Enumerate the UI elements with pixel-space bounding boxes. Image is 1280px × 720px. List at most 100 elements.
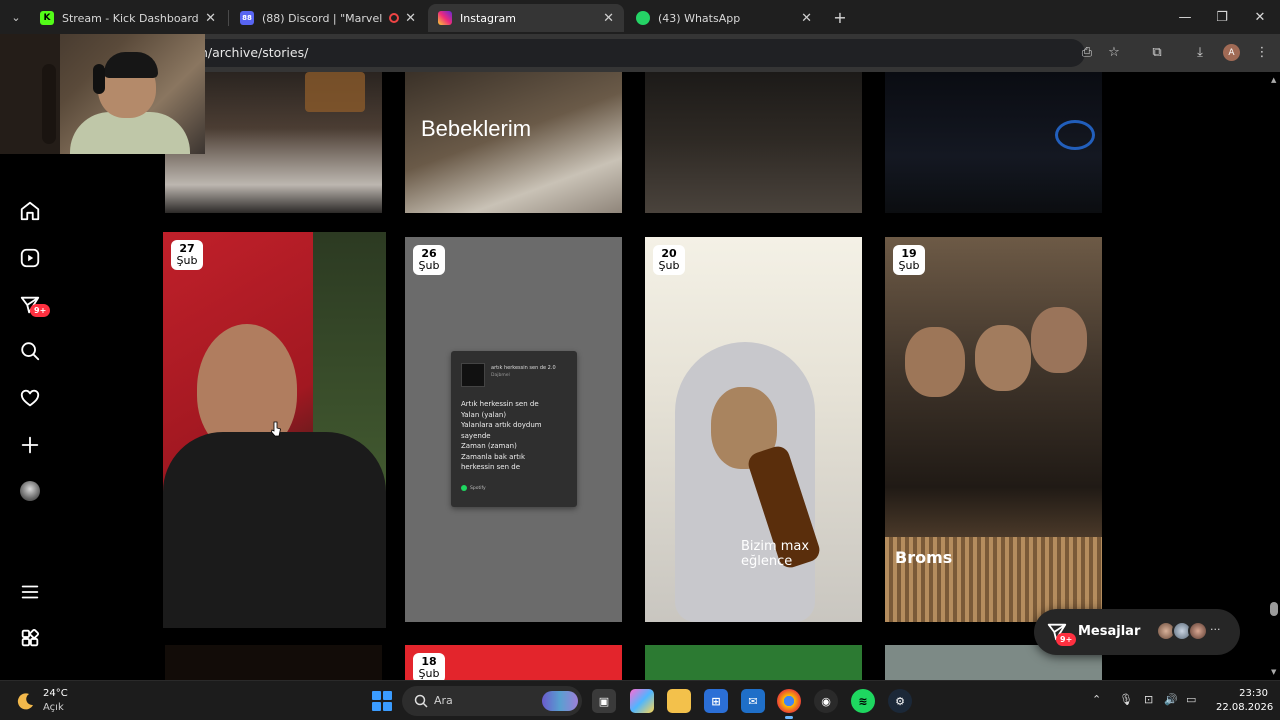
story-thumbnail[interactable]: 20 Şub Bizim max eğlence: [645, 237, 862, 622]
microphone-icon[interactable]: 🎙: [1119, 693, 1133, 706]
story-thumbnail[interactable]: [645, 72, 862, 213]
instagram-sidebar: 9+: [0, 154, 60, 680]
page-scrollbar[interactable]: ▲ ▼: [1268, 72, 1280, 680]
recording-icon: [389, 13, 400, 23]
avatar: [1188, 621, 1208, 641]
messages-badge: 9+: [1056, 633, 1077, 646]
spotify-icon: [461, 485, 467, 491]
apps-icon: [21, 628, 40, 647]
browser-tab-strip: ⌄ K Stream - Kick Dashboard ✕ 88 (88) Di…: [0, 0, 1280, 34]
close-window-button[interactable]: ✕: [1249, 6, 1271, 28]
spotify-icon[interactable]: ≋: [851, 689, 875, 713]
heart-icon: [20, 389, 40, 407]
story-thumbnail[interactable]: [885, 72, 1102, 213]
mouse-cursor-icon: [271, 421, 281, 437]
weather-description[interactable]: Açık: [43, 702, 64, 713]
sidebar-item-notifications[interactable]: [18, 386, 42, 410]
moon-icon[interactable]: [16, 691, 36, 711]
scroll-up-icon: ▲: [1271, 76, 1277, 84]
more-icon: ···: [1210, 623, 1221, 636]
messages-label: Mesajlar: [1078, 624, 1141, 639]
story-thumbnail[interactable]: Bebeklerim: [405, 72, 622, 213]
address-bar-url[interactable]: n/archive/stories/: [200, 45, 308, 60]
scroll-thumb[interactable]: [1270, 602, 1278, 616]
webcam-overlay: [0, 34, 205, 154]
search-highlight-icon: [542, 691, 578, 711]
story-date-badge: 26 Şub: [413, 245, 445, 275]
tab-separator: [228, 10, 229, 26]
story-thumbnail[interactable]: 18 Şub: [405, 645, 622, 680]
menu-icon: [21, 585, 39, 599]
task-view-icon[interactable]: ▣: [592, 689, 616, 713]
sidebar-item-also-from-meta[interactable]: [18, 626, 42, 650]
battery-icon[interactable]: ▭: [1186, 693, 1196, 706]
instagram-page: Bebeklerim 27 Şub 26 Şub artık herkessin…: [0, 72, 1280, 680]
messages-badge: 9+: [30, 304, 51, 317]
extensions-icon[interactable]: ⧉: [1147, 42, 1167, 62]
song-lyrics: Artık herkessin sen de Yalan (yalan) Yal…: [461, 400, 542, 471]
steam-icon[interactable]: ⚙: [888, 689, 912, 713]
tray-overflow-icon[interactable]: ⌃: [1092, 693, 1101, 706]
microsoft-store-icon[interactable]: ⊞: [704, 689, 728, 713]
close-tab-icon[interactable]: ✕: [405, 11, 416, 26]
copilot-icon[interactable]: [630, 689, 654, 713]
tab-instagram[interactable]: Instagram ✕: [428, 4, 624, 32]
instagram-icon: [438, 11, 452, 25]
story-date-badge: 20 Şub: [653, 245, 685, 275]
minimize-button[interactable]: —: [1174, 6, 1196, 28]
spotify-logo: Spotify: [461, 485, 486, 491]
volume-icon[interactable]: 🔊: [1164, 693, 1178, 706]
story-thumbnail[interactable]: [645, 645, 862, 680]
obs-icon[interactable]: ◉: [814, 689, 838, 713]
story-date-badge: 19 Şub: [893, 245, 925, 275]
download-icon[interactable]: ⤓: [1190, 42, 1210, 62]
bookmark-star-icon[interactable]: ☆: [1104, 42, 1124, 62]
tab-whatsapp[interactable]: (43) WhatsApp ✕: [626, 4, 822, 32]
sidebar-item-messages[interactable]: 9+: [18, 293, 51, 317]
tab-kick[interactable]: K Stream - Kick Dashboard ✕: [30, 4, 226, 32]
avatar: [20, 481, 40, 501]
story-thumbnail[interactable]: 19 Şub Broms: [885, 237, 1102, 622]
home-icon: [20, 201, 40, 221]
network-icon[interactable]: ⊡: [1144, 693, 1153, 706]
album-art: [461, 363, 485, 387]
reels-icon: [20, 248, 40, 268]
restore-button[interactable]: ❐: [1211, 6, 1233, 28]
install-app-icon[interactable]: ⎙: [1077, 42, 1097, 62]
kick-icon: K: [40, 11, 54, 25]
close-tab-icon[interactable]: ✕: [603, 11, 614, 26]
sidebar-item-reels[interactable]: [18, 246, 42, 270]
chrome-icon[interactable]: [777, 689, 801, 719]
spotify-song-card: artık herkessin sen de 2.0 Dajbmel Artık…: [451, 351, 577, 507]
story-thumbnail[interactable]: 26 Şub artık herkessin sen de 2.0 Dajbme…: [405, 237, 622, 622]
new-tab-button[interactable]: +: [830, 7, 850, 27]
close-tab-icon[interactable]: ✕: [801, 11, 812, 26]
sidebar-item-profile[interactable]: [18, 479, 42, 503]
whatsapp-icon: [636, 11, 650, 25]
sidebar-item-search[interactable]: [18, 339, 42, 363]
tab-search-button[interactable]: ⌄: [6, 7, 26, 27]
scroll-down-icon: ▼: [1271, 668, 1277, 676]
tab-discord[interactable]: 88 (88) Discord | "Marvel Hakk ✕: [230, 4, 426, 32]
taskbar-search[interactable]: Ara: [402, 686, 582, 716]
outlook-icon[interactable]: ✉: [741, 689, 765, 713]
browser-menu-icon[interactable]: ⋮: [1252, 42, 1272, 62]
system-clock[interactable]: 23:30 22.08.2026: [1216, 687, 1273, 715]
windows-taskbar: 24°C Açık Ara ▣ ⊞ ✉ ◉ ≋ ⚙ ⌃ 🎙 ⊡ 🔊 ▭ 23:3…: [0, 680, 1280, 720]
search-icon: [414, 694, 428, 708]
file-explorer-icon[interactable]: [667, 689, 691, 713]
story-date-badge: 18 Şub: [413, 653, 445, 680]
story-thumbnail[interactable]: [165, 645, 382, 680]
weather-temperature[interactable]: 24°C: [43, 688, 68, 699]
story-date-badge: 27 Şub: [171, 240, 203, 270]
discord-icon: 88: [240, 11, 254, 25]
sidebar-item-home[interactable]: [18, 199, 42, 223]
sidebar-item-create[interactable]: [18, 433, 42, 457]
close-tab-icon[interactable]: ✕: [205, 11, 216, 26]
start-button[interactable]: [372, 691, 392, 711]
plus-icon: [21, 436, 39, 454]
sidebar-item-more[interactable]: [18, 580, 42, 604]
messages-button[interactable]: 9+ Mesajlar ···: [1034, 609, 1240, 655]
profile-avatar[interactable]: A: [1223, 44, 1240, 61]
search-icon: [21, 342, 40, 361]
